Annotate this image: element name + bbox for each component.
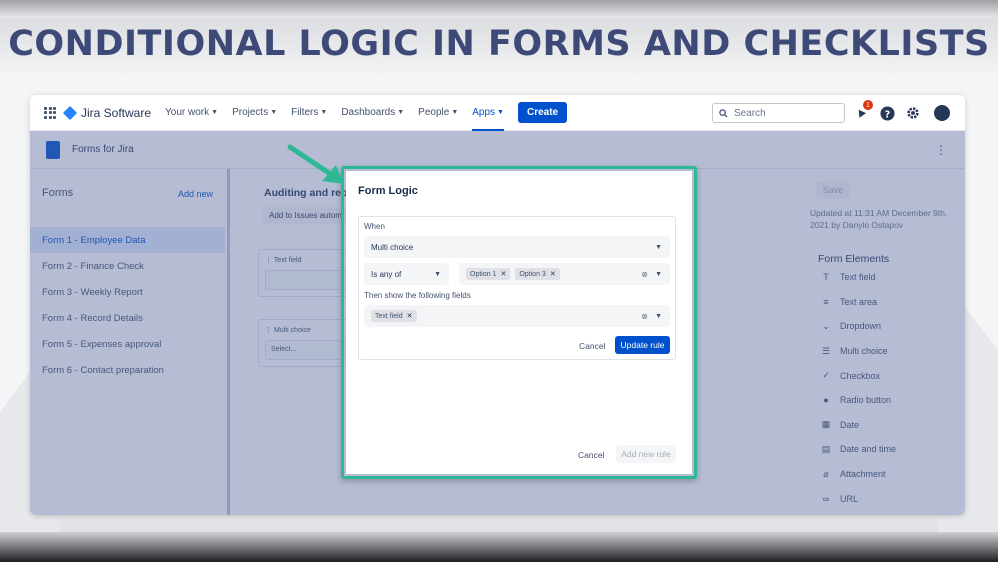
nav-label: People: [418, 107, 450, 118]
chevron-down-icon: ▼: [320, 109, 328, 116]
nav-label: Filters: [291, 107, 319, 118]
chevron-down-icon: ▼: [497, 109, 504, 116]
when-label: When: [364, 222, 385, 231]
nav-label: Dashboards: [341, 107, 396, 118]
search-placeholder: Search: [734, 107, 766, 119]
nav-projects[interactable]: Projects ▼: [232, 95, 277, 131]
notification-badge: 1: [863, 100, 873, 110]
nav-label: Projects: [232, 107, 269, 118]
remove-chip-icon[interactable]: ✕: [550, 270, 556, 278]
search-icon: [719, 108, 728, 118]
cancel-rule-button[interactable]: Cancel: [579, 341, 605, 351]
clear-icon[interactable]: ⊗: [641, 312, 648, 321]
clear-icon[interactable]: ⊗: [641, 270, 648, 279]
cancel-button[interactable]: Cancel: [578, 450, 604, 460]
callout-arrow-icon: [287, 144, 344, 184]
nav-your-work[interactable]: Your work ▼: [165, 95, 218, 131]
nav-filters[interactable]: Filters ▼: [291, 95, 327, 131]
svg-text:?: ?: [884, 109, 889, 120]
chevron-down-icon: ▼: [655, 243, 662, 251]
add-new-rule-button[interactable]: Add new rule: [616, 445, 676, 463]
form-logic-modal: Form Logic When Multi choice ▼ Is any of…: [346, 171, 692, 474]
slide-headline: CONDITIONAL LOGIC IN FORMS AND CHECKLIST…: [8, 24, 990, 64]
then-fields-multiselect[interactable]: Text field ✕ ⊗ ▼: [364, 305, 670, 327]
create-button[interactable]: Create: [517, 102, 568, 123]
notifications-icon[interactable]: 1: [853, 100, 873, 121]
brand-label: Jira Software: [81, 105, 152, 120]
when-field-value: Multi choice: [371, 242, 414, 252]
operator-select[interactable]: Is any of ▼: [364, 263, 449, 285]
slide-top-band: [0, 0, 998, 18]
when-field-select[interactable]: Multi choice ▼: [364, 236, 670, 258]
user-avatar[interactable]: [934, 105, 950, 121]
nav-people[interactable]: People ▼: [418, 95, 458, 131]
remove-chip-icon[interactable]: ✕: [407, 312, 413, 320]
chip-label: Text field: [375, 312, 403, 320]
nav-apps[interactable]: Apps ▼: [472, 95, 504, 131]
jira-logo-icon: [62, 105, 78, 120]
slide-bottom-band: [0, 532, 998, 562]
chevron-down-icon: ▼: [655, 270, 662, 278]
chevron-down-icon: ▼: [397, 109, 405, 116]
field-chip: Text field ✕: [371, 310, 417, 322]
nav-dashboards[interactable]: Dashboards ▼: [341, 95, 404, 131]
chevron-down-icon: ▼: [451, 109, 459, 116]
option-chip: Option 3 ✕: [515, 268, 560, 280]
chip-label: Option 1: [470, 270, 497, 278]
operator-value: Is any of: [371, 269, 402, 279]
jira-brand[interactable]: Jira Software: [62, 105, 152, 120]
nav-label: Your work: [165, 107, 210, 118]
rule-editor: When Multi choice ▼ Is any of ▼ Option 1…: [358, 216, 676, 360]
chip-label: Option 3: [519, 270, 546, 278]
nav-label: Apps: [472, 107, 496, 118]
top-navigation: Jira Software Your work ▼ Projects ▼ Filte…: [30, 95, 965, 131]
chevron-down-icon: ▼: [655, 312, 662, 320]
chevron-down-icon: ▼: [270, 109, 278, 116]
settings-gear-icon[interactable]: [905, 105, 921, 121]
search-input[interactable]: Search: [712, 103, 845, 123]
help-icon[interactable]: ?: [879, 105, 895, 121]
options-multiselect[interactable]: Option 1 ✕ Option 3 ✕ ⊗ ▼: [459, 263, 670, 285]
modal-title: Form Logic: [358, 185, 418, 197]
update-rule-button[interactable]: Update rule: [615, 336, 670, 354]
option-chip: Option 1 ✕: [466, 268, 511, 280]
chevron-down-icon: ▼: [211, 109, 219, 116]
remove-chip-icon[interactable]: ✕: [500, 270, 506, 278]
then-label: Then show the following fields: [364, 291, 471, 300]
chevron-down-icon: ▼: [434, 270, 441, 278]
app-switcher-icon[interactable]: [44, 106, 56, 119]
